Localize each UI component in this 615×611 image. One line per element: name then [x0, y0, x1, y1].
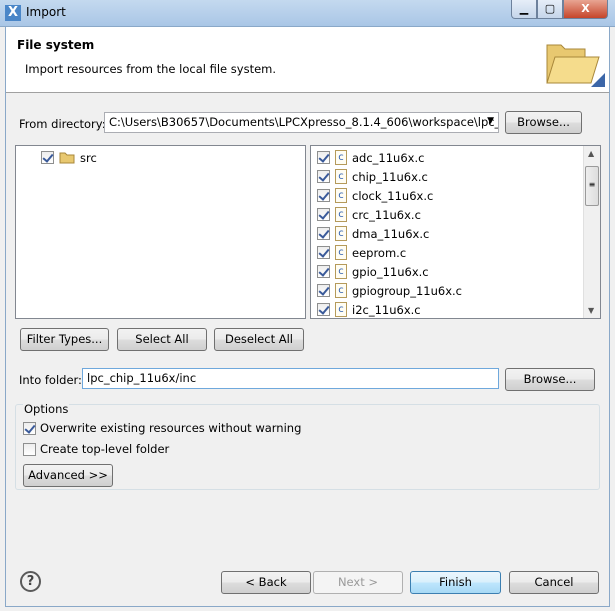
next-button[interactable]: Next > — [313, 571, 403, 594]
minimize-button[interactable]: ▁ — [511, 0, 537, 19]
from-directory-label: From directory: — [19, 117, 106, 131]
file-label: crc_11u6x.c — [352, 207, 421, 222]
checkbox[interactable] — [317, 170, 330, 183]
file-label: eeprom.c — [352, 245, 407, 260]
top-level-folder-checkbox[interactable]: Create top-level folder — [23, 442, 169, 456]
into-folder-browse-button[interactable]: Browse... — [505, 368, 595, 391]
page-description: Import resources from the local file sys… — [25, 62, 277, 76]
checkbox[interactable] — [23, 421, 36, 435]
checkbox[interactable] — [317, 265, 330, 278]
c-file-icon: c — [335, 245, 347, 260]
page-title: File system — [17, 38, 95, 52]
folder-icon — [59, 152, 75, 164]
scroll-up-icon[interactable]: ▲ — [588, 149, 594, 158]
c-file-icon: c — [335, 226, 347, 241]
folder-icon — [546, 44, 605, 87]
from-directory-combo[interactable]: C:\Users\B30657\Documents\LPCXpresso_8.1… — [104, 112, 499, 133]
overwrite-checkbox[interactable]: Overwrite existing resources without war… — [23, 421, 301, 435]
close-button[interactable]: X — [563, 0, 608, 19]
tree-item-src[interactable]: src — [41, 148, 97, 167]
checkbox[interactable] — [41, 151, 54, 164]
window-title: Import — [26, 5, 66, 19]
file-label: adc_11u6x.c — [352, 150, 425, 165]
list-item[interactable]: c adc_11u6x.c — [317, 148, 424, 167]
file-list[interactable]: c adc_11u6x.c c chip_11u6x.c c clock_11u6x.c c… — [310, 145, 601, 319]
checkbox[interactable] — [317, 284, 330, 297]
file-label: chip_11u6x.c — [352, 169, 428, 184]
file-label: clock_11u6x.c — [352, 188, 434, 203]
checkbox[interactable] — [23, 442, 36, 456]
c-file-icon: c — [335, 264, 347, 279]
list-item[interactable]: c gpio_11u6x.c — [317, 262, 429, 281]
list-item[interactable]: c i2c_11u6x.c — [317, 300, 421, 318]
file-label: gpiogroup_11u6x.c — [352, 283, 463, 298]
into-folder-label: Into folder: — [19, 373, 82, 387]
list-item[interactable]: c chip_11u6x.c — [317, 167, 428, 186]
cancel-button[interactable]: Cancel — [509, 571, 599, 594]
c-file-icon: c — [335, 169, 347, 184]
finish-button[interactable]: Finish — [410, 571, 501, 594]
eclipse-x-icon: X — [5, 5, 21, 21]
c-file-icon: c — [335, 188, 347, 203]
back-button[interactable]: < Back — [221, 571, 311, 594]
checkbox[interactable] — [317, 151, 330, 164]
from-directory-value: C:\Users\B30657\Documents\LPCXpresso_8.1… — [109, 115, 499, 129]
maximize-button[interactable]: ▢ — [537, 0, 563, 19]
checkbox[interactable] — [317, 303, 330, 316]
folder-tree[interactable]: src — [15, 145, 306, 319]
checkbox[interactable] — [317, 208, 330, 221]
checkbox[interactable] — [317, 227, 330, 240]
list-item[interactable]: c clock_11u6x.c — [317, 186, 433, 205]
list-item[interactable]: c dma_11u6x.c — [317, 224, 429, 243]
vertical-scrollbar[interactable]: ▲ ≡ ▼ — [583, 146, 600, 318]
c-file-icon: c — [335, 150, 347, 165]
help-icon[interactable]: ? — [20, 571, 41, 592]
filter-types-button[interactable]: Filter Types... — [20, 328, 109, 351]
file-label: gpio_11u6x.c — [352, 264, 429, 279]
c-file-icon: c — [335, 283, 347, 298]
from-directory-browse-button[interactable]: Browse... — [505, 111, 582, 134]
advanced-button[interactable]: Advanced >> — [23, 464, 113, 487]
c-file-icon: c — [335, 207, 347, 222]
wizard-header: File system Import resources from the lo… — [6, 27, 609, 93]
options-title: Options — [23, 402, 70, 416]
select-all-button[interactable]: Select All — [117, 328, 207, 351]
overwrite-label: Overwrite existing resources without war… — [40, 421, 302, 435]
list-item[interactable]: c gpiogroup_11u6x.c — [317, 281, 462, 300]
scroll-thumb[interactable]: ≡ — [585, 166, 599, 206]
file-label: i2c_11u6x.c — [352, 302, 421, 317]
top-level-folder-label: Create top-level folder — [40, 442, 170, 456]
deselect-all-button[interactable]: Deselect All — [214, 328, 304, 351]
tree-item-label: src — [80, 150, 97, 165]
list-item[interactable]: c crc_11u6x.c — [317, 205, 421, 224]
chevron-down-icon[interactable]: ▼ — [487, 116, 494, 126]
checkbox[interactable] — [317, 246, 330, 259]
into-folder-input[interactable]: lpc_chip_11u6x/inc — [82, 368, 499, 389]
checkbox[interactable] — [317, 189, 330, 202]
list-item[interactable]: c eeprom.c — [317, 243, 406, 262]
title-bar: X Import ▁ ▢ X — [0, 0, 615, 27]
c-file-icon: c — [335, 302, 347, 317]
scroll-down-icon[interactable]: ▼ — [588, 306, 594, 315]
file-label: dma_11u6x.c — [352, 226, 430, 241]
